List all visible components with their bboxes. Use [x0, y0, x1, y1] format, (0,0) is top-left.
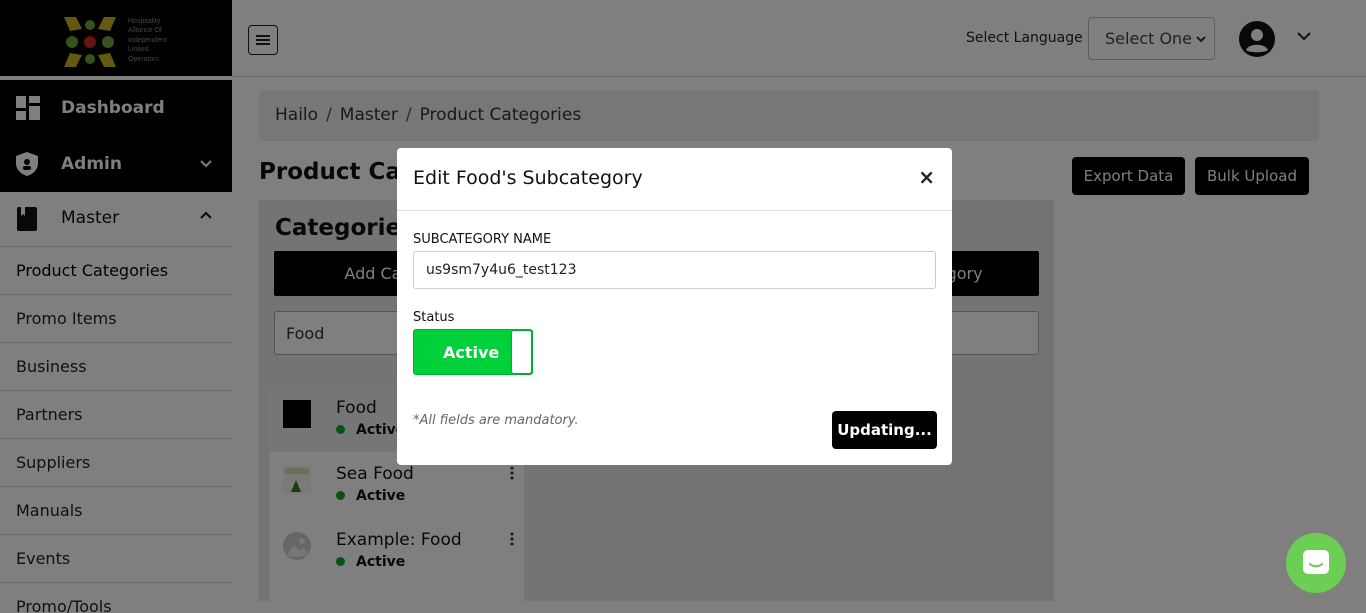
status-toggle[interactable]: Active [413, 329, 533, 375]
chat-icon [1303, 550, 1329, 574]
update-button[interactable]: Updating... [832, 411, 937, 449]
modal-title: Edit Food's Subcategory [413, 167, 643, 189]
close-icon[interactable]: × [918, 165, 935, 189]
subcategory-name-input[interactable]: us9sm7y4u6_test123 [413, 251, 936, 289]
modal-header: Edit Food's Subcategory × [397, 148, 952, 211]
toggle-knob [511, 330, 532, 374]
mandatory-note: *All fields are mandatory. [413, 413, 579, 428]
status-toggle-label: Active [443, 343, 500, 362]
status-label: Status [413, 310, 455, 325]
chat-launcher-button[interactable] [1286, 533, 1346, 593]
subcategory-name-label: SUBCATEGORY NAME [413, 232, 552, 247]
edit-subcategory-modal: Edit Food's Subcategory × SUBCATEGORY NA… [397, 148, 952, 465]
